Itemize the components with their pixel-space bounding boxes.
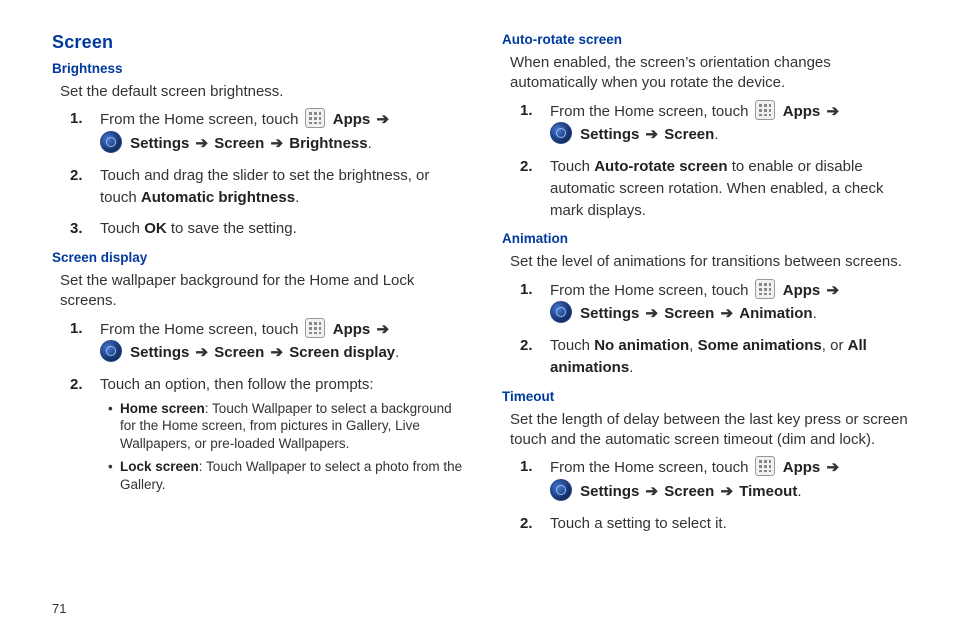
settings-icon — [550, 479, 572, 501]
arrow-icon: ➔ — [826, 282, 839, 299]
display-steps: From the Home screen, touch Apps ➔ Setti… — [70, 318, 464, 494]
timeout-steps: From the Home screen, touch Apps ➔ Setti… — [520, 456, 914, 534]
arrow-icon: ➔ — [376, 321, 389, 338]
arrow-icon: ➔ — [646, 305, 659, 322]
bullet-home-screen: Home screen: Touch Wallpaper to select a… — [108, 400, 464, 453]
settings-icon — [100, 131, 122, 153]
bullet-lock-screen: Lock screen: Touch Wallpaper to select a… — [108, 458, 464, 493]
autorotate-intro: When enabled, the screen’s orientation c… — [510, 53, 914, 94]
animation-intro: Set the level of animations for transiti… — [510, 252, 914, 272]
arrow-icon: ➔ — [826, 103, 839, 120]
display-step-1: From the Home screen, touch Apps ➔ Setti… — [88, 318, 464, 365]
heading-screen: Screen — [52, 32, 464, 53]
settings-icon — [550, 301, 572, 323]
arrow-icon: ➔ — [721, 483, 734, 500]
arrow-icon: ➔ — [196, 135, 209, 152]
heading-animation: Animation — [502, 231, 914, 246]
brightness-step-2: Touch and drag the slider to set the bri… — [88, 165, 464, 209]
brightness-intro: Set the default screen brightness. — [60, 82, 464, 102]
arrow-icon: ➔ — [721, 305, 734, 322]
page-body: Screen Brightness Set the default screen… — [0, 0, 954, 600]
display-step-2: Touch an option, then follow the prompts… — [88, 374, 464, 493]
brightness-step-3: Touch OK to save the setting. — [88, 218, 464, 240]
apps-icon — [305, 108, 325, 128]
right-column: Auto-rotate screen When enabled, the scr… — [502, 32, 914, 588]
heading-timeout: Timeout — [502, 389, 914, 404]
animation-step-1: From the Home screen, touch Apps ➔ Setti… — [538, 279, 914, 326]
timeout-intro: Set the length of delay between the last… — [510, 410, 914, 451]
arrow-icon: ➔ — [271, 135, 284, 152]
display-intro: Set the wallpaper background for the Hom… — [60, 271, 464, 312]
heading-auto-rotate: Auto-rotate screen — [502, 32, 914, 47]
settings-icon — [550, 122, 572, 144]
page-number: 71 — [52, 601, 66, 616]
autorotate-step-1: From the Home screen, touch Apps ➔ Setti… — [538, 100, 914, 147]
arrow-icon: ➔ — [271, 344, 284, 361]
display-bullets: Home screen: Touch Wallpaper to select a… — [108, 400, 464, 494]
apps-icon — [755, 279, 775, 299]
brightness-step-1: From the Home screen, touch Apps ➔ Setti… — [88, 108, 464, 155]
apps-icon — [305, 318, 325, 338]
heading-brightness: Brightness — [52, 61, 464, 76]
autorotate-step-2: Touch Auto-rotate screen to enable or di… — [538, 156, 914, 221]
arrow-icon: ➔ — [376, 111, 389, 128]
settings-icon — [100, 340, 122, 362]
arrow-icon: ➔ — [826, 459, 839, 476]
brightness-steps: From the Home screen, touch Apps ➔ Setti… — [70, 108, 464, 240]
arrow-icon: ➔ — [646, 126, 659, 143]
animation-step-2: Touch No animation, Some animations, or … — [538, 335, 914, 379]
timeout-step-1: From the Home screen, touch Apps ➔ Setti… — [538, 456, 914, 503]
apps-icon — [755, 456, 775, 476]
left-column: Screen Brightness Set the default screen… — [52, 32, 464, 588]
animation-steps: From the Home screen, touch Apps ➔ Setti… — [520, 279, 914, 379]
heading-screen-display: Screen display — [52, 250, 464, 265]
apps-icon — [755, 100, 775, 120]
arrow-icon: ➔ — [196, 344, 209, 361]
arrow-icon: ➔ — [646, 483, 659, 500]
autorotate-steps: From the Home screen, touch Apps ➔ Setti… — [520, 100, 914, 222]
timeout-step-2: Touch a setting to select it. — [538, 513, 914, 535]
